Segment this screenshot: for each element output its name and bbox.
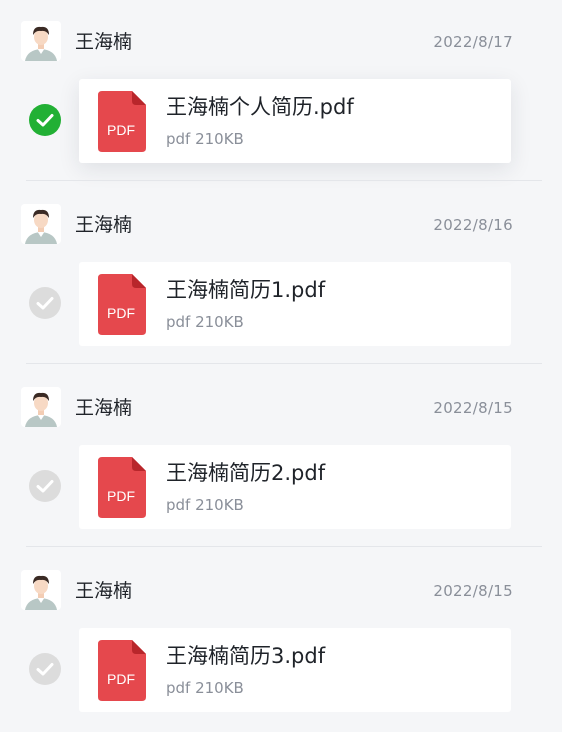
file-card[interactable]: PDF 王海楠简历1.pdf pdf 210KB <box>79 262 511 346</box>
avatar[interactable] <box>21 570 61 610</box>
checkmark-icon <box>29 287 61 319</box>
file-meta: pdf 210KB <box>166 679 244 697</box>
divider <box>26 180 542 181</box>
sender-name: 王海楠 <box>75 397 133 419</box>
message-date: 2022/8/15 <box>433 582 513 600</box>
file-card[interactable]: PDF 王海楠简历2.pdf pdf 210KB <box>79 445 511 529</box>
sender-name: 王海楠 <box>75 214 133 236</box>
sender-name: 王海楠 <box>75 31 133 53</box>
checkmark-icon <box>29 470 61 502</box>
sender-name: 王海楠 <box>75 580 133 602</box>
select-checkbox[interactable] <box>29 653 61 685</box>
svg-text:PDF: PDF <box>107 488 135 504</box>
message-date: 2022/8/15 <box>433 399 513 417</box>
file-card[interactable]: PDF 王海楠简历3.pdf pdf 210KB <box>79 628 511 712</box>
divider <box>26 363 542 364</box>
divider <box>26 546 542 547</box>
pdf-file-icon: PDF <box>98 274 146 335</box>
avatar[interactable] <box>21 21 61 61</box>
message-date: 2022/8/17 <box>433 33 513 51</box>
file-meta: pdf 210KB <box>166 130 244 148</box>
file-name: 王海楠个人简历.pdf <box>166 95 354 119</box>
select-checkbox[interactable] <box>29 104 61 136</box>
list-item: 王海楠 2022/8/17 PDF 王海楠个人简历.pdf pdf 210KB <box>0 0 562 183</box>
pdf-file-icon: PDF <box>98 457 146 518</box>
svg-text:PDF: PDF <box>107 122 135 138</box>
avatar[interactable] <box>21 387 61 427</box>
svg-text:PDF: PDF <box>107 671 135 687</box>
avatar[interactable] <box>21 204 61 244</box>
file-card[interactable]: PDF 王海楠个人简历.pdf pdf 210KB <box>79 79 511 163</box>
svg-text:PDF: PDF <box>107 305 135 321</box>
list-item: 王海楠 2022/8/15 PDF 王海楠简历2.pdf pdf 210KB <box>0 366 562 549</box>
file-meta: pdf 210KB <box>166 313 244 331</box>
message-date: 2022/8/16 <box>433 216 513 234</box>
checkmark-icon <box>29 104 61 136</box>
file-message-list: 王海楠 2022/8/17 PDF 王海楠个人简历.pdf pdf 210KB <box>0 0 562 720</box>
select-checkbox[interactable] <box>29 287 61 319</box>
list-item: 王海楠 2022/8/15 PDF 王海楠简历3.pdf pdf 210KB <box>0 549 562 732</box>
checkmark-icon <box>29 653 61 685</box>
file-meta: pdf 210KB <box>166 496 244 514</box>
select-checkbox[interactable] <box>29 470 61 502</box>
file-name: 王海楠简历1.pdf <box>166 278 326 302</box>
pdf-file-icon: PDF <box>98 640 146 701</box>
file-name: 王海楠简历3.pdf <box>166 644 326 668</box>
file-name: 王海楠简历2.pdf <box>166 461 326 485</box>
pdf-file-icon: PDF <box>98 91 146 152</box>
list-item: 王海楠 2022/8/16 PDF 王海楠简历1.pdf pdf 210KB <box>0 183 562 366</box>
